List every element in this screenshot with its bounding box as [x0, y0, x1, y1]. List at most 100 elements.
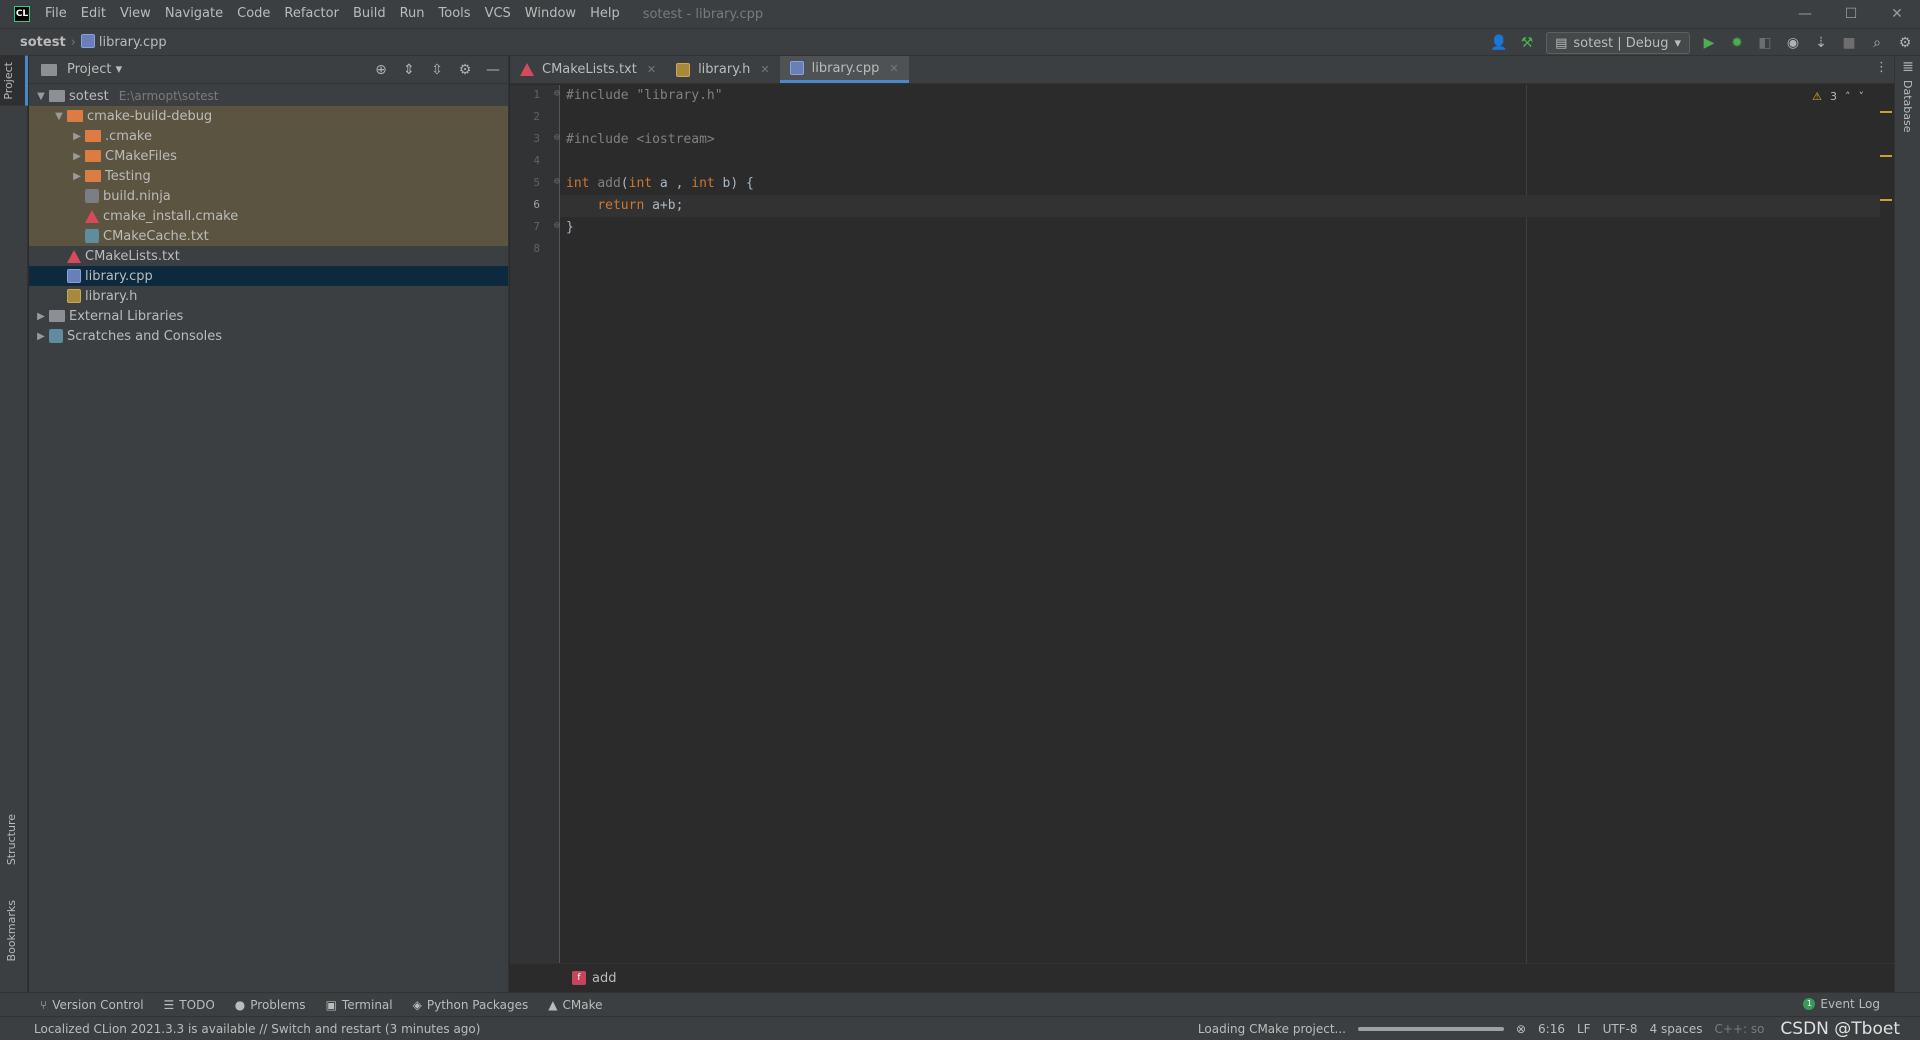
chevron-right-icon[interactable]: ▶ — [69, 131, 85, 142]
fold-marker-icon[interactable]: ⊖ — [554, 176, 560, 187]
indent-setting[interactable]: 4 spaces — [1650, 1022, 1703, 1036]
maximize-button[interactable]: ☐ — [1828, 0, 1874, 28]
chevron-right-icon[interactable]: ▶ — [33, 331, 49, 342]
tool-python-packages[interactable]: ◈ Python Packages — [413, 998, 529, 1012]
run-configuration-select[interactable]: ▤ sotest | Debug ▾ — [1546, 32, 1690, 54]
search-icon[interactable]: ⌕ — [1868, 34, 1886, 52]
fold-marker-icon[interactable]: ⊖ — [554, 132, 560, 143]
fold-marker-icon[interactable]: ⊖ — [554, 220, 560, 231]
folder-icon — [67, 110, 83, 122]
chevron-down-icon[interactable]: ▼ — [51, 111, 67, 122]
status-message[interactable]: Localized CLion 2021.3.3 is available //… — [34, 1022, 480, 1036]
tree-item-library-cpp[interactable]: library.cpp — [29, 266, 508, 286]
close-window-button[interactable]: ✕ — [1874, 0, 1920, 28]
file-encoding[interactable]: UTF-8 — [1603, 1022, 1638, 1036]
language-context[interactable]: C++: so — [1714, 1022, 1764, 1036]
menu-vcs[interactable]: VCS — [478, 0, 518, 28]
warning-count: 3 — [1830, 90, 1837, 103]
warning-stripe-marker[interactable] — [1880, 199, 1892, 201]
tab-cmakelists[interactable]: CMakeLists.txt ✕ — [510, 56, 666, 83]
caret-position[interactable]: 6:16 — [1538, 1022, 1565, 1036]
tree-item-cmakefiles[interactable]: ▶ CMakeFiles — [29, 146, 508, 166]
menu-build[interactable]: Build — [346, 0, 393, 28]
tool-event-log[interactable]: 1 Event Log — [1803, 997, 1880, 1011]
locate-icon[interactable]: ⊕ — [372, 61, 390, 79]
breadcrumb-project[interactable]: sotest — [20, 35, 66, 50]
tree-item-cmakecache[interactable]: CMakeCache.txt — [29, 226, 508, 246]
collapse-all-icon[interactable]: ⇳ — [428, 61, 446, 79]
tab-library-h[interactable]: library.h ✕ — [666, 56, 780, 83]
tab-project[interactable]: Project — [0, 56, 28, 106]
chevron-right-icon[interactable]: ▶ — [33, 311, 49, 322]
attach-debugger-icon[interactable]: ⇣ — [1812, 34, 1830, 52]
expand-all-icon[interactable]: ⇕ — [400, 61, 418, 79]
window-controls: — ☐ ✕ — [1782, 0, 1920, 28]
tool-terminal[interactable]: ▣ Terminal — [326, 998, 393, 1012]
tree-item-cmake-install[interactable]: cmake_install.cmake — [29, 206, 508, 226]
hide-panel-icon[interactable]: — — [484, 61, 502, 79]
tab-library-cpp[interactable]: library.cpp ✕ — [779, 56, 909, 83]
tab-database[interactable]: Database — [1901, 80, 1914, 133]
breadcrumb-function[interactable]: add — [592, 971, 616, 986]
line-separator[interactable]: LF — [1577, 1022, 1591, 1036]
watermark: CSDN @Tboet — [1780, 1019, 1900, 1039]
close-icon[interactable]: ✕ — [647, 63, 656, 76]
line-number: 8 — [533, 242, 540, 255]
menu-refactor[interactable]: Refactor — [277, 0, 346, 28]
menu-window[interactable]: Window — [518, 0, 583, 28]
fold-marker-icon[interactable]: ⊖ — [554, 88, 560, 99]
settings-gear-icon[interactable]: ⚙ — [1896, 34, 1914, 52]
tool-todo[interactable]: ☰ TODO — [164, 998, 215, 1012]
run-icon[interactable]: ▶ — [1700, 34, 1718, 52]
menu-edit[interactable]: Edit — [74, 0, 113, 28]
warning-stripe-marker[interactable] — [1880, 111, 1892, 113]
tree-item-sotest[interactable]: ▼ sotest E:\armopt\sotest — [29, 86, 508, 106]
chevron-up-icon[interactable]: ˄ — [1845, 90, 1851, 103]
menu-tools[interactable]: Tools — [432, 0, 478, 28]
debug-bug-icon[interactable]: ✹ — [1728, 34, 1746, 52]
tree-item-build-ninja[interactable]: build.ninja — [29, 186, 508, 206]
run-configuration-label: sotest | Debug — [1573, 35, 1669, 51]
inspection-widget[interactable]: ⚠ 3 ˄ ˅ — [1812, 90, 1864, 103]
chevron-right-icon[interactable]: ▶ — [69, 171, 85, 182]
tab-structure[interactable]: Structure — [3, 808, 20, 871]
warning-stripe-marker[interactable] — [1880, 155, 1892, 157]
project-view-select[interactable]: Project ▾ — [67, 62, 122, 77]
stop-icon[interactable]: ■ — [1840, 34, 1858, 52]
left-tool-strip: Project Structure Bookmarks — [0, 56, 28, 992]
menu-help[interactable]: Help — [583, 0, 627, 28]
tree-item-external-libraries[interactable]: ▶ External Libraries — [29, 306, 508, 326]
tree-item-cmakelists[interactable]: CMakeLists.txt — [29, 246, 508, 266]
tree-item-testing[interactable]: ▶ Testing — [29, 166, 508, 186]
folder-icon — [85, 170, 101, 182]
user-icon[interactable]: 👤 — [1490, 34, 1508, 52]
breadcrumb-file[interactable]: library.cpp — [80, 34, 167, 50]
tool-problems[interactable]: ● Problems — [235, 998, 306, 1012]
tab-bookmarks[interactable]: Bookmarks — [3, 894, 20, 967]
menu-view[interactable]: View — [113, 0, 158, 28]
menu-navigate[interactable]: Navigate — [158, 0, 230, 28]
layers-icon: ◈ — [412, 997, 422, 1012]
menu-code[interactable]: Code — [230, 0, 277, 28]
tree-item-dot-cmake[interactable]: ▶ .cmake — [29, 126, 508, 146]
profile-icon[interactable]: ◉ — [1784, 34, 1802, 52]
build-hammer-icon[interactable]: ⚒ — [1518, 34, 1536, 52]
chevron-down-icon[interactable]: ▼ — [33, 91, 49, 102]
tree-item-cmake-build-debug[interactable]: ▼ cmake-build-debug — [29, 106, 508, 126]
options-gear-icon[interactable]: ⚙ — [456, 61, 474, 79]
tool-cmake[interactable]: ▲ CMake — [548, 998, 602, 1012]
tree-item-scratches[interactable]: ▶ Scratches and Consoles — [29, 326, 508, 346]
more-tabs-icon[interactable]: ⋮ — [1875, 60, 1888, 75]
chevron-down-icon[interactable]: ˅ — [1859, 90, 1865, 103]
code-editor[interactable]: #include "library.h" #include <iostream>… — [560, 85, 1880, 963]
tool-version-control[interactable]: ⑂ Version Control — [40, 998, 144, 1012]
coverage-icon[interactable]: ◧ — [1756, 34, 1774, 52]
minimize-button[interactable]: — — [1782, 0, 1828, 28]
cancel-icon[interactable]: ⊗ — [1516, 1022, 1526, 1036]
tree-item-library-h[interactable]: library.h — [29, 286, 508, 306]
close-icon[interactable]: ✕ — [760, 63, 769, 76]
menu-file[interactable]: File — [38, 0, 74, 28]
close-icon[interactable]: ✕ — [889, 62, 898, 75]
menu-run[interactable]: Run — [393, 0, 432, 28]
chevron-right-icon[interactable]: ▶ — [69, 151, 85, 162]
